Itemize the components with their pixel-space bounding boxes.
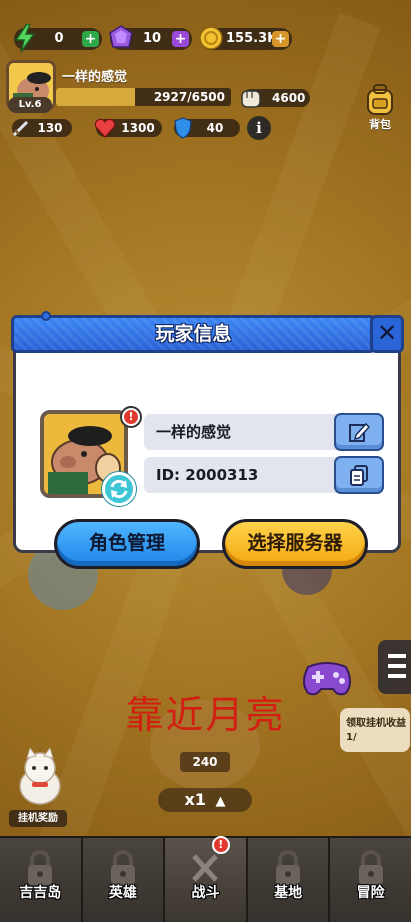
xp-bar: 2927/6500 [56, 88, 231, 106]
xp-bar-fill [56, 88, 135, 106]
player-panel: Lv.6 一样的感觉 2927/6500 4600 背包 [6, 60, 405, 131]
stats-row: 130 1300 40 i [6, 116, 405, 140]
lock-icon [358, 850, 383, 885]
role-management-button[interactable]: 角色管理 [54, 519, 200, 569]
add-gems-button[interactable]: + [172, 31, 189, 47]
add-coins-button[interactable]: + [272, 31, 289, 47]
attack-stat: 130 [12, 119, 72, 137]
lucky-cat-icon[interactable] [14, 746, 66, 806]
tab-heroes[interactable]: 英雄 [82, 838, 166, 922]
reward-counter: 240 [180, 752, 230, 772]
backpack-icon [367, 84, 393, 115]
refresh-icon [110, 479, 128, 499]
player-info-dialog: ! 一样的感觉 ID: 2000313 角色管理 选择服务器 玩家信息 ✕ [11, 303, 404, 569]
watermark-text: 靠近月亮 [125, 693, 286, 737]
coins-counter[interactable]: 155.3K + [199, 26, 292, 50]
dialog-header: 玩家信息 [11, 315, 376, 353]
dialog-body: ! 一样的感觉 ID: 2000313 角色管理 选择服务器 [13, 333, 401, 569]
health-stat: 1300 [94, 118, 162, 138]
heart-icon [92, 115, 118, 141]
edit-icon [349, 422, 370, 442]
copy-id-button[interactable] [334, 456, 384, 494]
player-name: 一样的感觉 [62, 70, 128, 85]
nickname-field: 一样的感觉 [144, 413, 384, 451]
lightning-icon [10, 23, 40, 53]
defense-stat: 40 [174, 117, 240, 139]
tab-adventure[interactable]: 冒险 [330, 838, 411, 922]
dialog-title: 玩家信息 [155, 323, 232, 345]
sword-icon [8, 115, 34, 141]
swap-avatar-button[interactable] [102, 472, 136, 506]
fist-icon [236, 83, 266, 113]
tab-island[interactable]: 吉吉岛 [0, 838, 83, 922]
edit-name-button[interactable] [334, 413, 384, 451]
idle-reward-label[interactable]: 挂机奖励 [9, 810, 67, 827]
arrow-up-icon: ▲ [215, 794, 226, 809]
nickname-text: 一样的感觉 [156, 423, 232, 441]
gem-icon [106, 23, 136, 53]
resource-bar: 0 + 10 + 155.3K + [6, 24, 405, 54]
battle-badge: ! [211, 836, 230, 854]
player-id-text: ID: 2000313 [156, 466, 259, 484]
shield-icon [170, 115, 196, 141]
copy-icon [350, 465, 368, 486]
tab-base[interactable]: 基地 [247, 838, 331, 922]
info-button[interactable]: i [247, 116, 271, 140]
tab-battle[interactable]: ! 战斗 [165, 836, 248, 922]
lock-icon [276, 850, 301, 885]
bottom-nav: 吉吉岛 英雄 ! 战斗 基地 冒险 [0, 836, 411, 922]
lock-icon [110, 850, 135, 885]
coin-icon [196, 23, 226, 53]
select-server-button[interactable]: 选择服务器 [222, 519, 368, 569]
player-level: Lv.6 [8, 97, 52, 113]
power-counter: 4600 [241, 89, 310, 108]
notification-icon: ! [120, 406, 142, 428]
xp-text: 2927/6500 [153, 90, 225, 104]
lock-icon [28, 850, 53, 885]
speed-toggle[interactable]: x1 ▲ [158, 788, 252, 812]
energy-counter[interactable]: 0 + [14, 24, 102, 52]
crossed-swords-icon [192, 854, 219, 882]
add-energy-button[interactable]: + [82, 31, 99, 47]
gems-counter[interactable]: 10 + [109, 25, 192, 50]
close-button[interactable]: ✕ [370, 315, 404, 353]
header-rivet [41, 311, 51, 321]
player-id-field: ID: 2000313 [144, 456, 384, 494]
